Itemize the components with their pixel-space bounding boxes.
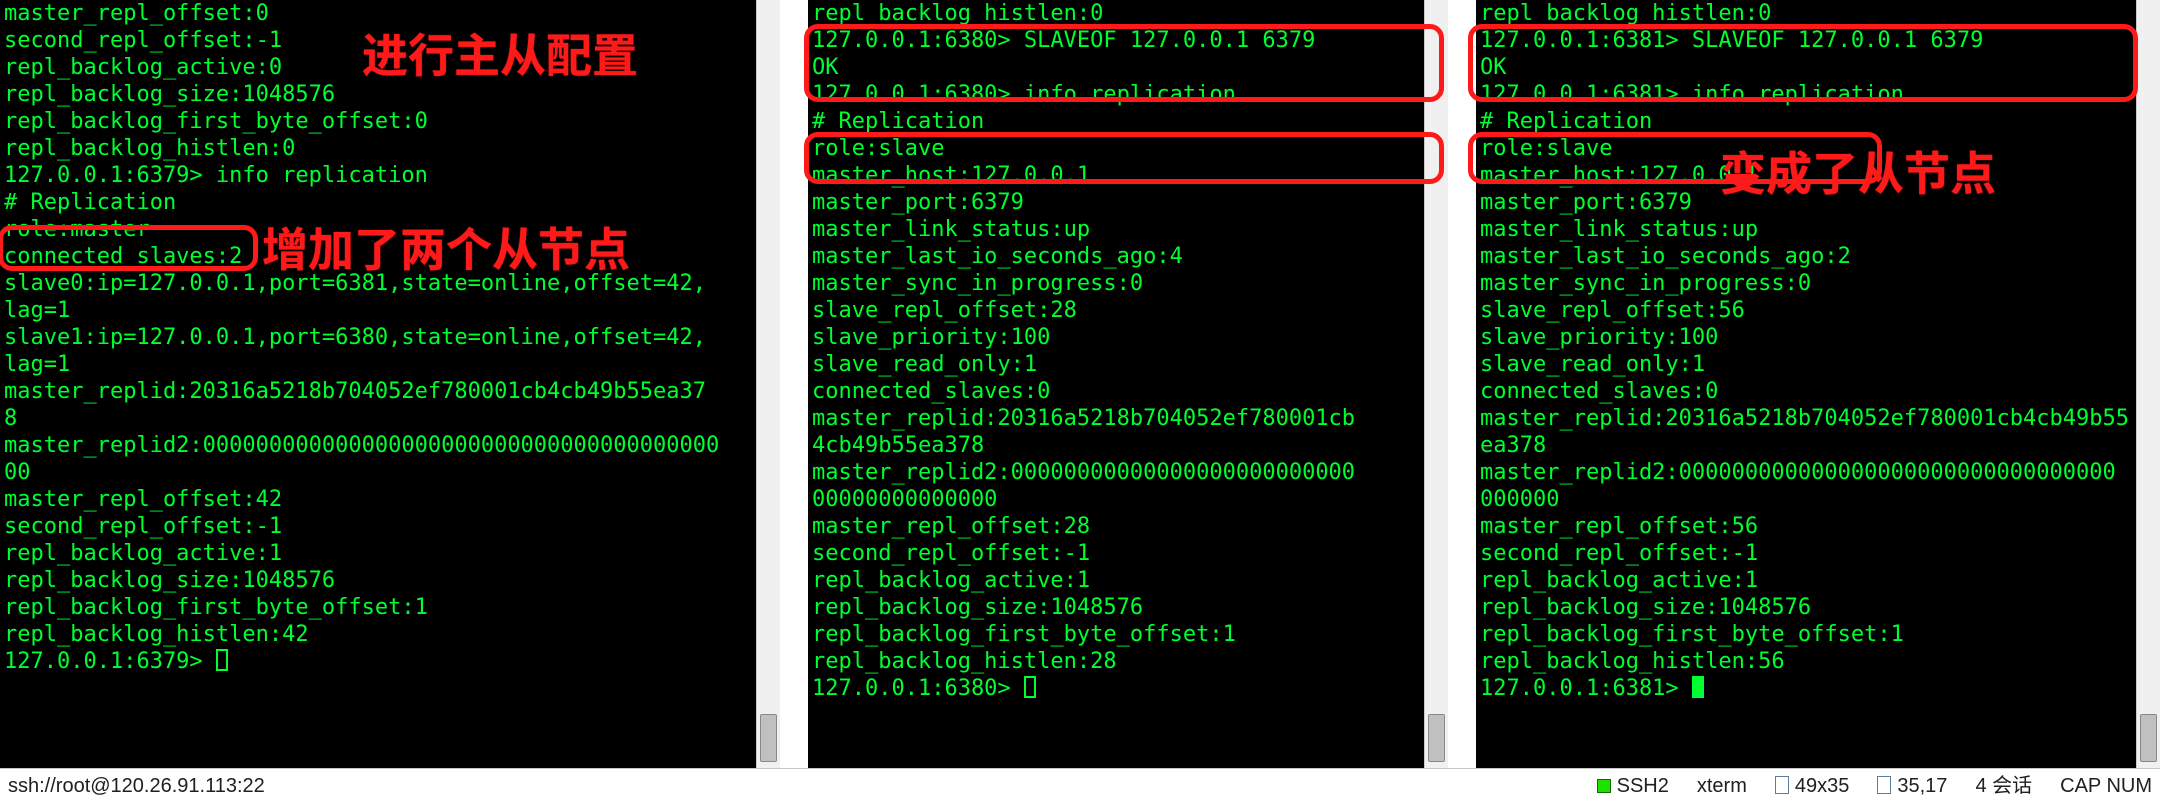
terminal-line: repl_backlog_first_byte_offset:1 — [812, 622, 1236, 647]
terminal-line: role:master — [4, 217, 150, 242]
terminal-line: master_port:6379 — [812, 190, 1024, 215]
terminal-line: second_repl_offset:-1 — [4, 28, 282, 53]
terminal-line: master_repl_offset:42 — [4, 487, 282, 512]
terminal-line: 127.0.0.1:6381> info replication — [1480, 82, 1904, 107]
terminal-6381[interactable]: repl_backlog_histlen:0 127.0.0.1:6381> S… — [1476, 0, 2136, 768]
terminal-line: repl_backlog_histlen:0 — [4, 136, 295, 161]
terminal-line: master_sync_in_progress:0 — [812, 271, 1143, 296]
terminal-line: ea378 — [1480, 433, 1546, 458]
terminal-line: repl_backlog_size:1048576 — [4, 82, 335, 107]
terminal-line: repl_backlog_first_byte_offset:0 — [4, 109, 428, 134]
status-caps-num: CAP NUM — [2060, 776, 2152, 796]
page-size-icon — [1775, 776, 1789, 794]
terminal-line: 00000000000000 — [812, 487, 997, 512]
terminal-6380[interactable]: repl_backlog_histlen:0 127.0.0.1:6380> S… — [808, 0, 1424, 768]
terminal-line: master_repl_offset:0 — [4, 1, 269, 26]
terminal-prompt: 127.0.0.1:6380> — [812, 676, 1024, 701]
terminal-line: master_host:127.0.0.1 — [812, 163, 1090, 188]
terminal-line: 00 — [4, 460, 31, 485]
terminal-line: slave_repl_offset:56 — [1480, 298, 1745, 323]
terminal-line: repl_backlog_histlen:0 — [1480, 1, 1771, 26]
terminal-line: repl_backlog_size:1048576 — [812, 595, 1143, 620]
terminal-line: OK — [812, 55, 839, 80]
terminal-line: repl_backlog_histlen:28 — [812, 649, 1117, 674]
terminal-line: repl_backlog_active:0 — [4, 55, 282, 80]
terminal-line: repl_backlog_size:1048576 — [4, 568, 335, 593]
terminal-line: second_repl_offset:-1 — [4, 514, 282, 539]
terminal-line: repl_backlog_histlen:0 — [812, 1, 1103, 26]
terminal-line: connected_slaves:0 — [1480, 379, 1718, 404]
terminal-line: second_repl_offset:-1 — [1480, 541, 1758, 566]
terminal-line: master_replid2:0000000000000000000000000… — [812, 460, 1355, 485]
terminal-line: # Replication — [1480, 109, 1652, 134]
terminal-line: master_host:127.0.0.1 — [1480, 163, 1758, 188]
terminal-line: master_repl_offset:28 — [812, 514, 1090, 539]
terminal-line: second_repl_offset:-1 — [812, 541, 1090, 566]
status-cursor-pos: 35,17 — [1877, 776, 1947, 796]
terminal-line: connected_slaves:0 — [812, 379, 1050, 404]
terminal-line: slave_repl_offset:28 — [812, 298, 1077, 323]
terminal-line: slave0:ip=127.0.0.1,port=6381,state=onli… — [4, 271, 706, 296]
cursor-icon — [1024, 676, 1036, 698]
terminal-line: 4cb49b55ea378 — [812, 433, 984, 458]
terminal-line: connected_slaves:2 — [4, 244, 242, 269]
panel-gap — [1448, 0, 1476, 768]
terminal-line: role:slave — [812, 136, 944, 161]
terminal-line: repl_backlog_active:1 — [4, 541, 282, 566]
terminal-line: master_replid2:0000000000000000000000000… — [1480, 460, 2116, 485]
cursor-icon — [216, 649, 228, 671]
terminal-line: master_replid2:0000000000000000000000000… — [4, 433, 719, 458]
terminal-line: 127.0.0.1:6380> info replication — [812, 82, 1236, 107]
terminal-line: repl_backlog_active:1 — [1480, 568, 1758, 593]
terminal-line: master_repl_offset:56 — [1480, 514, 1758, 539]
terminal-line: repl_backlog_histlen:56 — [1480, 649, 1785, 674]
terminal-line: role:slave — [1480, 136, 1612, 161]
terminal-line: slave_priority:100 — [1480, 325, 1718, 350]
terminal-6379[interactable]: master_repl_offset:0 second_repl_offset:… — [0, 0, 756, 768]
terminal-line: master_port:6379 — [1480, 190, 1692, 215]
scrollbar[interactable] — [2136, 0, 2160, 768]
status-termtype: xterm — [1697, 776, 1747, 796]
terminal-line: master_last_io_seconds_ago:4 — [812, 244, 1183, 269]
terminal-line: 127.0.0.1:6380> SLAVEOF 127.0.0.1 6379 — [812, 28, 1315, 53]
terminal-line: slave1:ip=127.0.0.1,port=6380,state=onli… — [4, 325, 706, 350]
terminal-line: 127.0.0.1:6381> SLAVEOF 127.0.0.1 6379 — [1480, 28, 1983, 53]
terminal-line: repl_backlog_first_byte_offset:1 — [4, 595, 428, 620]
terminal-line: master_link_status:up — [812, 217, 1090, 242]
terminal-line: # Replication — [812, 109, 984, 134]
terminal-line: master_replid:20316a5218b704052ef780001c… — [4, 379, 706, 404]
status-ssh-url: ssh://root@120.26.91.113:22 — [8, 776, 265, 796]
terminal-line: master_sync_in_progress:0 — [1480, 271, 1811, 296]
terminal-line: OK — [1480, 55, 1507, 80]
terminal-line: 127.0.0.1:6379> info replication — [4, 163, 428, 188]
scrollbar[interactable] — [756, 0, 780, 768]
terminal-line: repl_backlog_active:1 — [812, 568, 1090, 593]
terminal-line: 000000 — [1480, 487, 1559, 512]
terminal-line: lag=1 — [4, 298, 70, 323]
led-green-icon — [1597, 779, 1611, 793]
status-sessions: 4 会话 — [1975, 776, 2032, 796]
status-bar: ssh://root@120.26.91.113:22 SSH2 xterm 4… — [0, 768, 2160, 802]
terminal-line: # Replication — [4, 190, 176, 215]
scrollbar[interactable] — [1424, 0, 1448, 768]
terminal-line: lag=1 — [4, 352, 70, 377]
terminal-line: slave_read_only:1 — [812, 352, 1037, 377]
status-protocol: SSH2 — [1597, 776, 1669, 796]
terminal-line: master_link_status:up — [1480, 217, 1758, 242]
terminal-prompt: 127.0.0.1:6381> — [1480, 676, 1692, 701]
terminal-line: repl_backlog_histlen:42 — [4, 622, 309, 647]
terminal-line: slave_priority:100 — [812, 325, 1050, 350]
cursor-pos-icon — [1877, 776, 1891, 794]
terminal-line: master_replid:20316a5218b704052ef780001c… — [812, 406, 1355, 431]
terminal-prompt: 127.0.0.1:6379> — [4, 649, 216, 674]
status-size: 49x35 — [1775, 776, 1850, 796]
cursor-icon — [1692, 676, 1704, 698]
terminal-line: master_last_io_seconds_ago:2 — [1480, 244, 1851, 269]
terminal-line: slave_read_only:1 — [1480, 352, 1705, 377]
terminal-line: 8 — [4, 406, 17, 431]
terminal-line: repl_backlog_first_byte_offset:1 — [1480, 622, 1904, 647]
terminal-line: master_replid:20316a5218b704052ef780001c… — [1480, 406, 2129, 431]
panel-gap — [780, 0, 808, 768]
terminal-line: repl_backlog_size:1048576 — [1480, 595, 1811, 620]
